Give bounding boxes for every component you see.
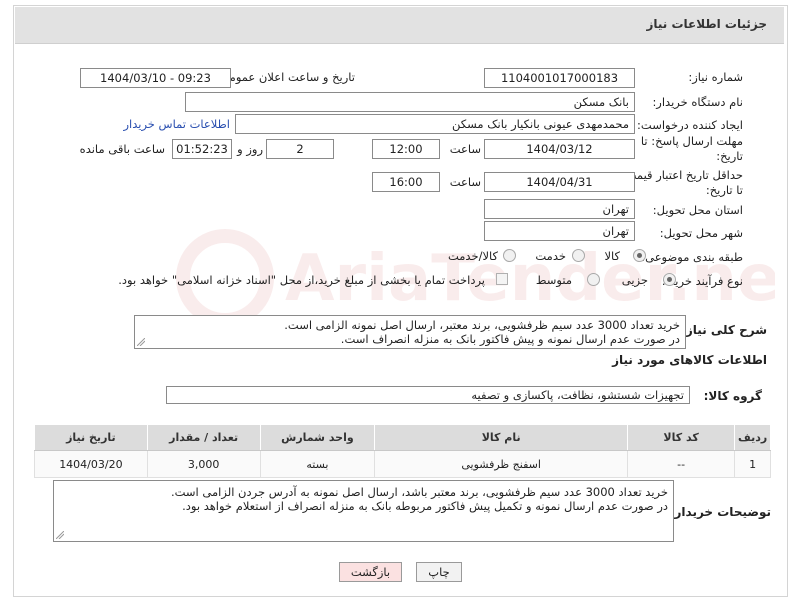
category-label: طبقه بندی موضوعی: <box>641 250 743 264</box>
page-title: جزئیات اطلاعات نیاز <box>646 17 767 31</box>
category-option-service: خدمت <box>535 249 566 263</box>
cell-name: اسفنج ظرفشویی <box>374 450 628 478</box>
buyer-org-field: بانک مسکن <box>185 92 635 112</box>
description-line-2: در صورت عدم ارسال نمونه و پیش فاکتور بان… <box>340 332 680 346</box>
buyer-notes-label: توضیحات خریدار: <box>669 505 771 519</box>
goods-info-title: اطلاعات کالاهای مورد نیاز <box>612 353 767 367</box>
deadline-time-field: 12:00 <box>372 139 440 159</box>
process-radio-medium[interactable] <box>587 273 600 286</box>
deadline-date-field: 1404/03/12 <box>484 139 635 159</box>
city-label: شهر محل تحویل: <box>659 226 743 240</box>
back-button[interactable]: بازگشت <box>339 562 402 582</box>
goods-group-label: گروه کالا: <box>703 389 762 403</box>
province-field: تهران <box>484 199 635 219</box>
col-unit: واحد شمارش <box>259 424 376 451</box>
province-label: استان محل تحویل: <box>652 203 743 217</box>
print-button[interactable]: چاپ <box>416 562 462 582</box>
process-option-minor: جزیی <box>621 273 648 287</box>
price-validity-date-field: 1404/04/31 <box>484 172 635 192</box>
cell-qty: 3,000 <box>146 450 261 478</box>
treasury-payment-checkbox[interactable] <box>496 273 508 285</box>
buyer-org-label: نام دستگاه خریدار: <box>652 95 743 109</box>
days-label: روز و <box>237 142 263 156</box>
col-row: ردیف <box>734 424 771 451</box>
cell-unit: بسته <box>259 450 376 478</box>
panel-header: جزئیات اطلاعات نیاز <box>15 7 784 44</box>
deadline-days-field: 2 <box>266 139 334 159</box>
category-radio-goods-service[interactable] <box>503 249 516 262</box>
category-option-goods-service: کالا/خدمت <box>447 249 498 263</box>
goods-group-field: تجهیزات شستشو، نظافت، پاکسازی و تصفیه <box>166 386 690 404</box>
deadline-label: مهلت ارسال پاسخ: تا تاریخ: <box>640 134 743 163</box>
category-radio-goods[interactable] <box>633 249 646 262</box>
need-number-field: 1104001017000183 <box>484 68 635 88</box>
cell-code: -- <box>626 450 736 478</box>
resize-grip-icon[interactable] <box>56 531 64 539</box>
category-option-goods: کالا <box>604 249 620 263</box>
price-validity-time-field: 16:00 <box>372 172 440 192</box>
col-qty: تعداد / مقدار <box>146 424 261 451</box>
announce-label: تاریخ و ساعت اعلان عمومی: <box>216 70 355 84</box>
buyer-notes-textarea: خرید تعداد 3000 عدد سیم ظرفشویی، برند مع… <box>53 480 674 542</box>
col-name: نام کالا <box>374 424 628 451</box>
table-row: 1 -- اسفنج ظرفشویی بسته 3,000 1404/03/20 <box>34 450 771 478</box>
category-radio-service[interactable] <box>572 249 585 262</box>
price-validity-time-label: ساعت <box>449 175 481 189</box>
col-date: تاریخ نیاز <box>34 424 148 451</box>
need-number-label: شماره نیاز: <box>688 70 743 84</box>
process-radio-minor[interactable] <box>663 273 676 286</box>
col-code: کد کالا <box>626 424 736 451</box>
remaining-time-field: 01:52:23 <box>172 139 232 159</box>
remaining-label: ساعت باقی مانده <box>79 142 165 156</box>
cell-row: 1 <box>734 450 771 478</box>
city-field: تهران <box>484 221 635 241</box>
buyer-contact-link[interactable]: اطلاعات تماس خریدار <box>123 117 230 131</box>
buyer-notes-line-2: در صورت عدم ارسال نمونه و تکمیل پیش فاکت… <box>182 499 668 513</box>
treasury-payment-note: پرداخت تمام یا بخشی از مبلغ خرید،از محل … <box>118 273 485 287</box>
deadline-time-label: ساعت <box>449 142 481 156</box>
cell-date: 1404/03/20 <box>34 450 148 478</box>
creator-field: محمدمهدی عیونی بانکیار بانک مسکن <box>235 114 635 134</box>
buyer-notes-line-1: خرید تعداد 3000 عدد سیم ظرفشویی، برند مع… <box>170 485 668 499</box>
description-textarea: خرید تعداد 3000 عدد سیم ظرفشویی، برند مع… <box>134 315 686 349</box>
creator-label: ایجاد کننده درخواست: <box>637 118 743 132</box>
process-option-medium: متوسط <box>535 273 572 287</box>
table-header-row: ردیف کد کالا نام کالا واحد شمارش تعداد /… <box>34 424 771 451</box>
announce-field: 1404/03/10 - 09:23 <box>80 68 231 88</box>
description-line-1: خرید تعداد 3000 عدد سیم ظرفشویی، برند مع… <box>284 318 680 332</box>
description-label: شرح کلی نیاز: <box>681 323 767 337</box>
goods-table: ردیف کد کالا نام کالا واحد شمارش تعداد /… <box>34 424 771 478</box>
resize-grip-icon[interactable] <box>137 338 145 346</box>
